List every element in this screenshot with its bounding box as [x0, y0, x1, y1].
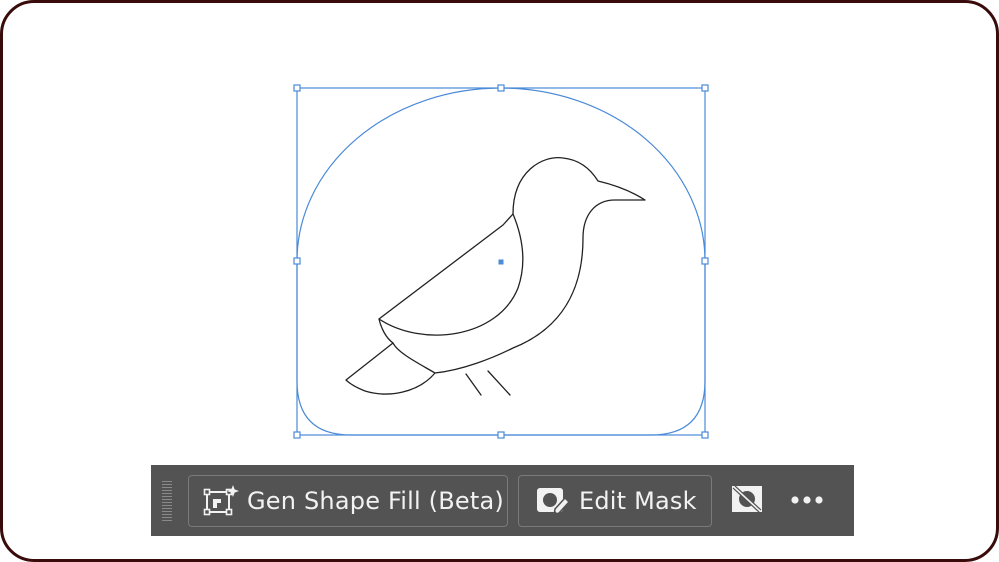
hide-mask-button[interactable] [724, 475, 770, 527]
contextual-task-bar: Gen Shape Fill (Beta) Edit Mask [151, 465, 854, 536]
more-options-icon [789, 491, 825, 510]
center-point [498, 259, 504, 265]
drag-handle-grip[interactable] [162, 480, 172, 521]
handle-bottom-center[interactable] [497, 431, 505, 439]
handle-bottom-right[interactable] [701, 431, 709, 439]
handle-middle-left[interactable] [293, 257, 301, 265]
more-options-button[interactable] [784, 475, 830, 527]
bird-artwork[interactable] [345, 157, 646, 396]
sparkle-frame-icon [203, 483, 239, 519]
hide-mask-icon [729, 482, 765, 520]
gen-shape-fill-button[interactable]: Gen Shape Fill (Beta) [188, 474, 508, 527]
gen-shape-fill-label: Gen Shape Fill (Beta) [247, 486, 504, 515]
handle-top-right[interactable] [701, 84, 709, 92]
handle-top-left[interactable] [293, 84, 301, 92]
handle-middle-right[interactable] [701, 257, 709, 265]
handle-bottom-left[interactable] [293, 431, 301, 439]
mask-edit-icon [533, 483, 571, 519]
handle-top-center[interactable] [497, 84, 505, 92]
edit-mask-label: Edit Mask [579, 486, 697, 515]
screenshot-frame: Gen Shape Fill (Beta) Edit Mask [0, 0, 999, 562]
edit-mask-button[interactable]: Edit Mask [518, 474, 712, 527]
